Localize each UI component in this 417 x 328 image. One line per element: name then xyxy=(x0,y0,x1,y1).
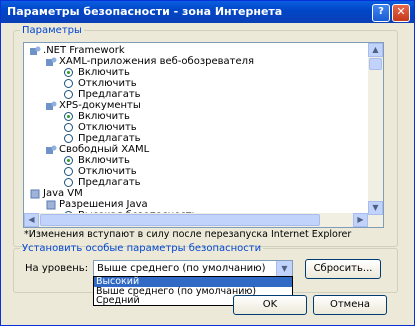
reset-button[interactable]: Сбросить... xyxy=(305,259,381,279)
xaml-disable-radio[interactable] xyxy=(64,79,73,88)
window-title: Параметры безопасности - зона Интернета xyxy=(7,5,283,18)
xaml-prompt-label: Предлагать xyxy=(78,89,141,100)
loose-xaml-enable-label: Включить xyxy=(78,155,130,166)
xps-disable-radio[interactable] xyxy=(64,123,73,132)
loose-xaml-disable-label: Отключить xyxy=(78,166,137,177)
tree-horizontal-scrollbar[interactable]: ◀ ▶ xyxy=(24,213,368,227)
java-permissions-icon xyxy=(46,200,56,210)
settings-tree[interactable]: .NET Framework XAML-приложения веб-обозр… xyxy=(23,42,384,228)
settings-gear-icon xyxy=(30,46,41,55)
restart-note: *Изменения вступают в силу после перезап… xyxy=(24,229,352,240)
xaml-enable-label: Включить xyxy=(78,67,130,78)
scroll-up-button[interactable]: ▲ xyxy=(368,43,383,57)
tree-item-xaml-apps[interactable]: XAML-приложения веб-обозревателя xyxy=(59,56,254,67)
security-level-value: Выше среднего (по умолчанию) xyxy=(97,263,266,274)
tree-vertical-scrollbar[interactable]: ▲ ▼ xyxy=(368,43,383,227)
level-label: На уровень: xyxy=(25,263,89,274)
scroll-down-button[interactable]: ▼ xyxy=(368,201,383,215)
java-cup-icon xyxy=(30,189,40,199)
vertical-scroll-thumb[interactable] xyxy=(369,58,382,70)
title-bar[interactable]: Параметры безопасности - зона Интернета xyxy=(1,1,414,23)
scroll-left-button[interactable]: ◀ xyxy=(24,213,39,227)
scroll-right-button[interactable]: ▶ xyxy=(353,213,368,227)
tree-item-net-framework[interactable]: .NET Framework xyxy=(43,45,125,56)
tree-item-loose-xaml[interactable]: Свободный XAML xyxy=(59,144,149,155)
help-button[interactable]: ? xyxy=(372,4,390,22)
xaml-enable-radio[interactable] xyxy=(64,68,73,77)
security-settings-window: Параметры безопасности - зона Интернета … xyxy=(0,0,415,326)
security-level-select[interactable]: Выше среднего (по умолчанию) ▼ xyxy=(93,260,293,277)
settings-gear-icon xyxy=(46,57,57,66)
xps-prompt-label: Предлагать xyxy=(78,133,141,144)
loose-xaml-enable-radio[interactable] xyxy=(64,156,73,165)
cancel-button[interactable]: Отмена xyxy=(313,295,387,315)
chevron-down-icon[interactable]: ▼ xyxy=(276,261,292,276)
settings-gear-icon xyxy=(46,145,57,154)
settings-group-label: Параметры xyxy=(22,25,82,36)
loose-xaml-prompt-label: Предлагать xyxy=(78,177,141,188)
custom-settings-group-label: Установить особые параметры безопасности xyxy=(22,243,262,254)
ok-button[interactable]: OK xyxy=(233,295,307,315)
xps-disable-label: Отключить xyxy=(78,122,137,133)
tree-item-java-vm[interactable]: Java VM xyxy=(43,188,83,199)
xps-prompt-radio[interactable] xyxy=(64,134,73,143)
close-button[interactable]: ✕ xyxy=(392,4,410,22)
xaml-disable-label: Отключить xyxy=(78,78,137,89)
horizontal-scroll-thumb[interactable] xyxy=(40,214,320,226)
settings-gear-icon xyxy=(46,101,57,110)
loose-xaml-prompt-radio[interactable] xyxy=(64,178,73,187)
xaml-prompt-radio[interactable] xyxy=(64,90,73,99)
xps-enable-radio[interactable] xyxy=(64,112,73,121)
tree-item-java-permissions[interactable]: Разрешения Java xyxy=(59,199,148,210)
xps-enable-label: Включить xyxy=(78,111,130,122)
loose-xaml-disable-radio[interactable] xyxy=(64,167,73,176)
tree-item-xps-docs[interactable]: XPS-документы xyxy=(59,100,141,111)
